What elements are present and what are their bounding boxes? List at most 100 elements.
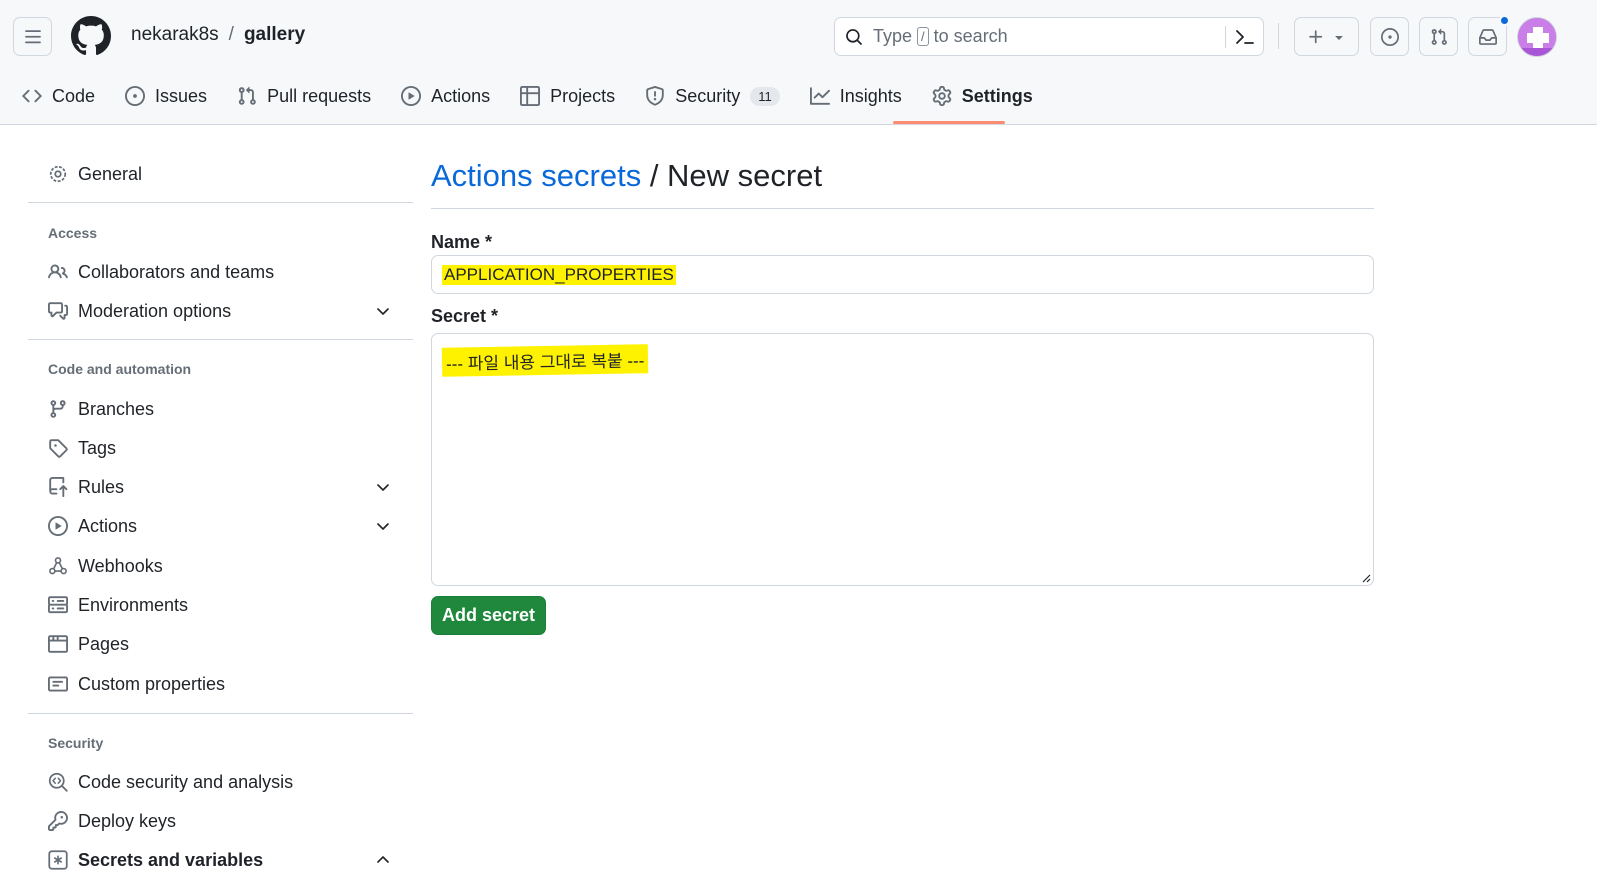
chevron-down-icon[interactable] bbox=[375, 518, 391, 534]
app-header: nekarak8s / gallery Type / to search Cod… bbox=[0, 0, 1597, 125]
sidebar-item-code-security[interactable]: Code security and analysis bbox=[28, 764, 413, 800]
sidebar-item-label: Custom properties bbox=[78, 673, 226, 694]
breadcrumb-separator: / bbox=[228, 24, 234, 45]
server-icon bbox=[48, 596, 68, 614]
tab-label: Pull requests bbox=[267, 85, 372, 106]
pull-request-icon bbox=[238, 86, 256, 105]
sidebar-item-label: Webhooks bbox=[78, 555, 163, 576]
chevron-up-icon[interactable] bbox=[375, 852, 391, 868]
sidebar-item-rules[interactable]: Rules bbox=[28, 469, 413, 505]
gear-icon bbox=[932, 86, 952, 106]
header-divider bbox=[1278, 23, 1279, 49]
sidebar-item-pages[interactable]: Pages bbox=[28, 626, 413, 662]
key-asterisk-icon bbox=[48, 850, 68, 870]
sidebar-item-label: Deploy keys bbox=[78, 810, 177, 831]
user-avatar-icon bbox=[1518, 18, 1556, 56]
tab-label: Actions bbox=[431, 85, 491, 106]
comment-discussion-icon bbox=[48, 302, 68, 320]
hamburger-icon bbox=[24, 29, 41, 43]
menu-button[interactable] bbox=[13, 17, 52, 56]
secret-label: Secret * bbox=[431, 306, 499, 326]
sidebar-item-branches[interactable]: Branches bbox=[28, 391, 413, 427]
sidebar-item-tags[interactable]: Tags bbox=[28, 430, 413, 466]
sidebar-item-custom-properties[interactable]: Custom properties bbox=[28, 666, 413, 702]
sidebar-item-label: General bbox=[78, 163, 143, 184]
tab-insights[interactable]: Insights bbox=[809, 80, 916, 112]
command-palette-icon[interactable] bbox=[1233, 26, 1257, 48]
name-label: Name * bbox=[431, 232, 493, 252]
sidebar-item-label: Code security and analysis bbox=[78, 771, 294, 792]
issue-opened-icon bbox=[1380, 27, 1399, 46]
avatar[interactable] bbox=[1517, 17, 1557, 57]
git-branch-icon bbox=[50, 400, 66, 418]
sidebar-divider bbox=[28, 202, 413, 203]
create-new-button[interactable] bbox=[1294, 17, 1359, 56]
browser-icon bbox=[48, 635, 68, 653]
sidebar-item-webhooks[interactable]: Webhooks bbox=[28, 548, 413, 584]
sidebar-item-deploy-keys[interactable]: Deploy keys bbox=[28, 803, 413, 839]
resize-handle-icon[interactable] bbox=[1361, 573, 1371, 583]
key-icon bbox=[48, 811, 68, 831]
sidebar-item-label: Moderation options bbox=[78, 300, 232, 321]
tab-code[interactable]: Code bbox=[22, 80, 109, 112]
sidebar-item-environments[interactable]: Environments bbox=[28, 587, 413, 623]
repo-owner-link[interactable]: nekarak8s bbox=[131, 24, 219, 46]
search-icon bbox=[846, 28, 862, 45]
notification-indicator bbox=[1499, 15, 1510, 26]
secret-name-input[interactable]: APPLICATION_PROPERTIES bbox=[431, 255, 1374, 294]
repo-breadcrumb: nekarak8s / gallery bbox=[131, 24, 305, 46]
gear-icon bbox=[49, 165, 67, 183]
tag-icon bbox=[49, 439, 68, 458]
plus-icon bbox=[1308, 29, 1322, 43]
tab-label: Projects bbox=[550, 85, 616, 106]
title-divider bbox=[431, 208, 1374, 209]
secret-value-textarea[interactable]: --- 파일 내용 그대로 복붙 --- bbox=[431, 333, 1374, 586]
shield-icon bbox=[646, 86, 664, 106]
sidebar-item-moderation[interactable]: Moderation options bbox=[28, 293, 413, 329]
sidebar-item-actions[interactable]: Actions bbox=[28, 508, 413, 544]
issue-icon bbox=[125, 86, 146, 106]
sidebar-item-label: Environments bbox=[78, 594, 189, 615]
people-icon bbox=[48, 264, 68, 279]
add-secret-button[interactable]: Add secret bbox=[431, 596, 546, 635]
tab-projects[interactable]: Projects bbox=[520, 80, 629, 112]
play-icon bbox=[401, 86, 422, 106]
search-input[interactable]: Type / to search bbox=[834, 17, 1264, 56]
tab-actions[interactable]: Actions bbox=[401, 80, 504, 112]
tab-issues[interactable]: Issues bbox=[125, 80, 221, 112]
sidebar-item-collaborators[interactable]: Collaborators and teams bbox=[28, 254, 413, 290]
repo-name-link[interactable]: gallery bbox=[244, 24, 305, 46]
breadcrumb-actions-secrets-link[interactable]: Actions secrets bbox=[431, 158, 641, 193]
github-logo-icon[interactable] bbox=[71, 16, 111, 56]
pull-requests-button[interactable] bbox=[1419, 17, 1458, 56]
sidebar-item-label: Actions bbox=[78, 515, 138, 536]
chevron-down-icon[interactable] bbox=[375, 303, 391, 319]
inbox-icon bbox=[1478, 28, 1497, 45]
tab-pull-requests[interactable]: Pull requests bbox=[237, 80, 385, 112]
chevron-down-icon[interactable] bbox=[375, 479, 391, 495]
secret-name-value: APPLICATION_PROPERTIES bbox=[442, 264, 676, 285]
git-pull-request-icon bbox=[1431, 28, 1447, 45]
sidebar-item-general[interactable]: General bbox=[28, 156, 413, 192]
table-icon bbox=[520, 86, 541, 106]
search-shortcut-key: / bbox=[917, 27, 929, 46]
sidebar-heading-code-automation: Code and automation bbox=[48, 361, 192, 377]
tab-label: Insights bbox=[839, 85, 902, 106]
tab-label: Code bbox=[52, 85, 96, 106]
graph-icon bbox=[809, 87, 830, 105]
tab-label: Security bbox=[675, 85, 741, 106]
sidebar-item-secrets-variables[interactable]: Secrets and variables bbox=[28, 842, 413, 876]
repo-push-icon bbox=[49, 477, 68, 497]
sidebar-item-label: Pages bbox=[78, 633, 130, 654]
sidebar-divider bbox=[28, 339, 413, 340]
sidebar-item-label: Branches bbox=[78, 398, 155, 419]
search-placeholder-prefix: Type bbox=[873, 26, 913, 46]
tab-settings[interactable]: Settings bbox=[932, 80, 1047, 112]
issues-button[interactable] bbox=[1370, 17, 1409, 56]
tab-security[interactable]: Security 11 bbox=[645, 80, 794, 112]
sidebar-item-label: Collaborators and teams bbox=[78, 261, 275, 282]
repo-nav-tabs: Code Issues Pull requests Actions Projec… bbox=[22, 80, 1063, 124]
secret-value-text: --- 파일 내용 그대로 복붙 --- bbox=[441, 344, 649, 377]
tab-label: Settings bbox=[961, 85, 1033, 106]
webhook-icon bbox=[49, 557, 67, 575]
